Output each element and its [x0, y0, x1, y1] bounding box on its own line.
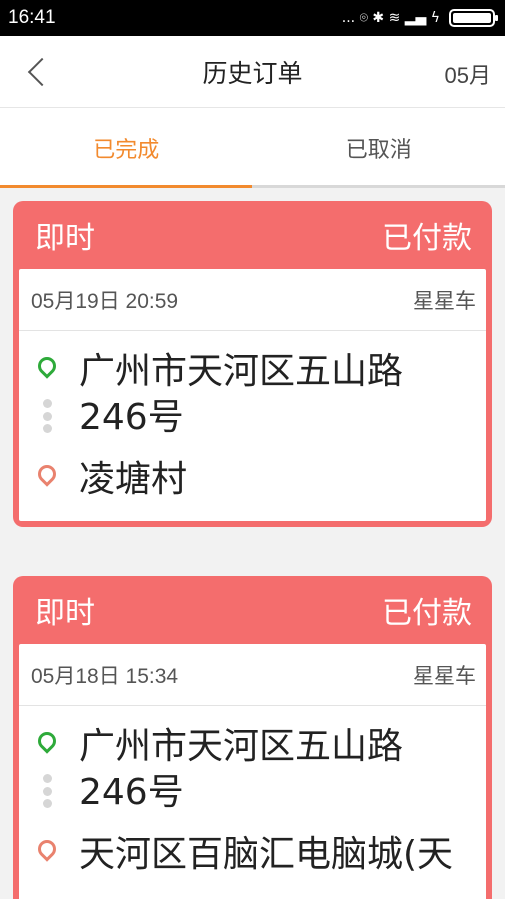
order-meta: 05月19日 20:59 星星车 — [19, 269, 486, 331]
route-dots-icon — [33, 770, 61, 812]
order-route: 广州市天河区五山路246号 凌塘村 — [19, 331, 486, 521]
order-status: 已付款 — [382, 596, 472, 631]
order-route: 广州市天河区五山路246号 天河区百脑汇电脑城(天 — [19, 706, 486, 896]
order-card-body: 05月19日 20:59 星星车 广州市天河区五山路246号 凌塘村 — [19, 269, 486, 521]
order-car-type: 星星车 — [413, 663, 476, 688]
route-end: 凌塘村 — [33, 457, 476, 503]
tab-completed[interactable]: 已完成 — [0, 108, 253, 188]
route-start: 广州市天河区五山路246号 — [33, 349, 476, 441]
start-pin-icon — [33, 728, 61, 766]
order-car-type: 星星车 — [413, 288, 476, 313]
end-pin-icon — [33, 461, 61, 499]
tab-divider — [252, 185, 505, 188]
start-address: 广州市天河区五山路246号 — [79, 351, 404, 438]
order-card-header: 即时 已付款 — [19, 576, 486, 644]
order-tabs: 已完成 已取消 — [0, 108, 505, 188]
status-icons: ... ⌾ ✱ ≋ ▂▄ ϟ — [341, 9, 498, 27]
start-address: 广州市天河区五山路246号 — [79, 726, 404, 813]
order-type: 即时 — [35, 596, 95, 631]
end-address: 天河区百脑汇电脑城(天 — [79, 834, 454, 875]
end-pin-icon — [33, 836, 61, 874]
battery-icon — [449, 9, 498, 27]
status-time: 16:41 — [8, 7, 56, 28]
order-status: 已付款 — [382, 221, 472, 256]
order-type: 即时 — [35, 221, 95, 256]
back-button[interactable] — [20, 54, 57, 90]
status-bar: 16:41 ... ⌾ ✱ ≋ ▂▄ ϟ — [0, 0, 505, 36]
chevron-left-icon — [27, 57, 57, 87]
order-datetime: 05月19日 20:59 — [31, 289, 179, 313]
order-card[interactable]: 即时 已付款 05月19日 20:59 星星车 广州市天河区五山路246号 凌塘… — [13, 201, 492, 527]
order-meta: 05月18日 15:34 星星车 — [19, 644, 486, 706]
title-bar: 历史订单 05月 — [0, 36, 505, 108]
end-address: 凌塘村 — [79, 459, 188, 500]
route-end: 天河区百脑汇电脑城(天 — [33, 832, 476, 878]
tab-cancelled[interactable]: 已取消 — [253, 108, 505, 188]
month-selector[interactable]: 05月 — [445, 58, 491, 90]
status-indicators: ... ⌾ ✱ ≋ ▂▄ ϟ — [341, 10, 440, 26]
order-card[interactable]: 即时 已付款 05月18日 15:34 星星车 广州市天河区五山路246号 天河… — [13, 576, 492, 899]
route-start: 广州市天河区五山路246号 — [33, 724, 476, 816]
start-pin-icon — [33, 353, 61, 391]
order-card-body: 05月18日 15:34 星星车 广州市天河区五山路246号 天河区百脑汇电脑城… — [19, 644, 486, 899]
page-title: 历史订单 — [202, 58, 303, 88]
route-dots-icon — [33, 395, 61, 437]
order-card-header: 即时 已付款 — [19, 201, 486, 269]
order-datetime: 05月18日 15:34 — [31, 664, 179, 688]
